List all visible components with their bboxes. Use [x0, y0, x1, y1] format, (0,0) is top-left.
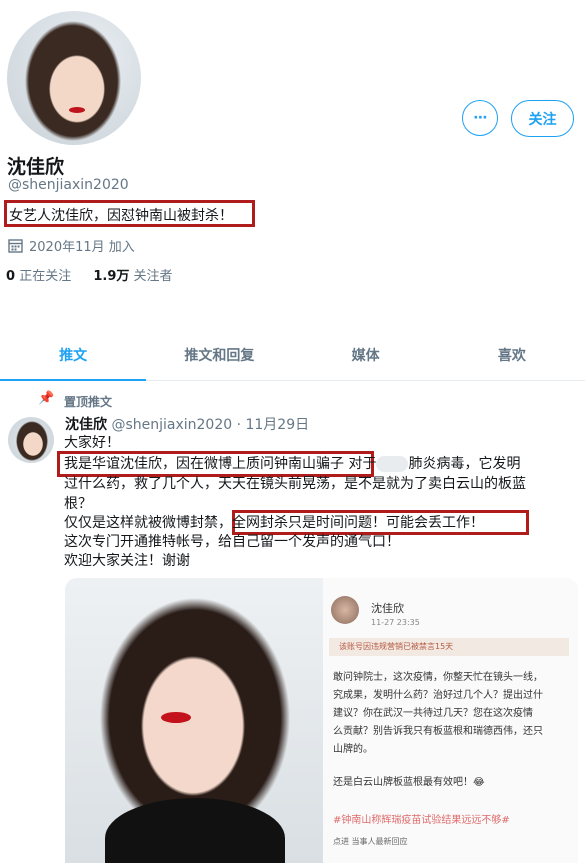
tweet-line: 我是华谊沈佳欣，因在微博上质问钟南山骗子 对于 肺炎病毒，它发明 — [64, 454, 520, 474]
tweet-line-text: 我是华谊沈佳欣，因在微博上质问钟南山骗子 对于 — [64, 456, 377, 472]
tweet-line: 大家好！ — [64, 435, 120, 451]
followers-label: 关注者 — [133, 269, 173, 284]
tweet-author-name[interactable]: 沈佳欣 — [65, 417, 107, 433]
joined-date: 2020年11月 加入 — [8, 236, 135, 255]
pin-icon: 📌 — [38, 391, 55, 406]
avatar-image — [7, 11, 141, 145]
display-name: 沈佳欣 — [7, 156, 65, 178]
screenshot-name: 沈佳欣 — [371, 602, 404, 615]
joined-text: 2020年11月 加入 — [29, 240, 135, 255]
tab-tweets-replies[interactable]: 推文和回复 — [146, 336, 292, 380]
tweet-line: 根？ — [64, 496, 92, 512]
tweet-handle-date[interactable]: @shenjiaxin2020 · 11月29日 — [111, 417, 309, 433]
screenshot-reply-hint: 点进 当事人最新回应 — [333, 837, 408, 846]
profile-avatar[interactable] — [4, 8, 144, 148]
pinned-label: 置顶推文 — [64, 395, 113, 409]
tab-media[interactable]: 媒体 — [293, 336, 439, 380]
more-icon: ⋯ — [473, 110, 488, 126]
profile-tabs: 推文 推文和回复 媒体 喜欢 — [0, 336, 585, 381]
screenshot-hashtag: #钟南山称辉瑞疫苗试验结果远远不够# — [333, 815, 510, 826]
tweet-avatar[interactable] — [8, 417, 54, 463]
screenshot-line: 山牌的。 — [333, 744, 373, 755]
tab-tweets[interactable]: 推文 — [0, 336, 147, 381]
calendar-icon — [8, 239, 23, 253]
screenshot-line: 敢问钟院士，这次疫情，你整天忙在镜头一线， — [333, 672, 543, 683]
screenshot-date: 11-27 23:35 — [371, 618, 420, 627]
follow-button-label: 关注 — [528, 111, 557, 128]
following-label: 正在关注 — [19, 269, 72, 284]
more-options-button[interactable]: ⋯ — [462, 100, 498, 136]
followers-count: 1.9万 — [93, 269, 130, 284]
tab-likes[interactable]: 喜欢 — [439, 336, 585, 380]
tweet-line-tail: 肺炎病毒，它发明 — [408, 456, 521, 472]
portrait-photo — [65, 578, 323, 863]
following-link[interactable]: 0 正在关注 — [6, 269, 71, 284]
tweet-line: 欢迎大家关注！谢谢 — [64, 553, 190, 569]
follow-button[interactable]: 关注 — [511, 100, 574, 137]
handle: @shenjiaxin2020 — [8, 177, 129, 193]
weibo-screenshot: 沈佳欣 11-27 23:35 该账号因违规营销已被禁言15天 敢问钟院士，这次… — [323, 578, 578, 863]
following-count: 0 — [6, 269, 16, 284]
followers-link[interactable]: 1.9万 关注者 — [93, 269, 172, 284]
tweet-header: 沈佳欣 @shenjiaxin2020 · 11月29日 — [65, 414, 309, 434]
screenshot-line: 还是白云山牌板蓝根最有效吧！😂 — [333, 777, 485, 788]
screenshot-line: 么贡献？别告诉我只有板蓝根和瑞德西伟，还只 — [333, 726, 543, 737]
screenshot-line: 究成果，发明什么药？治好过几个人？提出过什 — [333, 690, 543, 701]
tweet-line: 这次专门开通推特帐号，给自己留一个发声的通气口！ — [64, 534, 400, 550]
follow-counts: 0 正在关注 1.9万 关注者 — [6, 265, 173, 284]
screenshot-warning: 该账号因违规营销已被禁言15天 — [329, 638, 569, 656]
screenshot-line: 建议？你在武汉一共待过几天？您在这次疫情 — [333, 708, 533, 719]
tweet-media[interactable]: 沈佳欣 11-27 23:35 该账号因违规营销已被禁言15天 敢问钟院士，这次… — [65, 578, 578, 863]
bio: 女艺人沈佳欣，因怼钟南山被封杀！ — [9, 208, 233, 224]
screenshot-avatar — [331, 596, 359, 624]
tweet-line: 仅仅是这样就被微博封禁，全网封杀只是时间问题！可能会丢工作！ — [64, 515, 484, 531]
blurred-text — [376, 456, 409, 472]
tweet-line: 过什么药，救了几个人，天天在镜头前晃荡，是不是就为了卖白云山的板蓝 — [64, 476, 526, 492]
